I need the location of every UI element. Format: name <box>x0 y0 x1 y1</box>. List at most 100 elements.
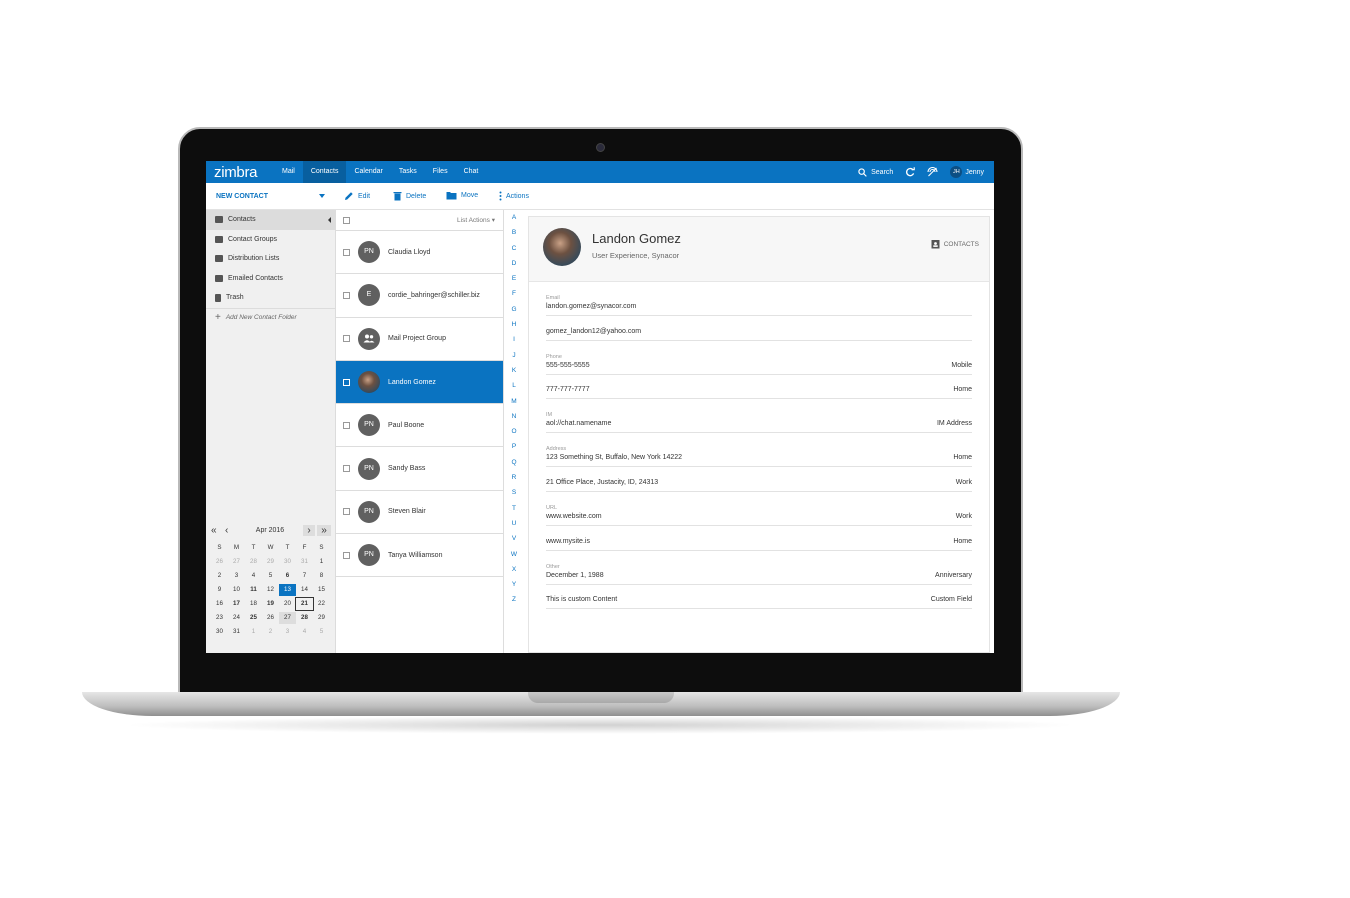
calendar-day[interactable]: 1 <box>245 626 262 638</box>
calendar-day[interactable]: 20 <box>279 598 296 610</box>
nav-tasks[interactable]: Tasks <box>391 161 425 183</box>
calendar-day[interactable]: 26 <box>262 612 279 624</box>
contact-row[interactable]: PN Claudia Lloyd <box>336 231 503 275</box>
contact-row[interactable]: Landon Gomez <box>336 360 503 405</box>
alphabet-letter[interactable]: N <box>504 409 524 424</box>
folder-contacts[interactable]: Contacts <box>206 210 335 230</box>
contact-row[interactable]: Ecordie_bahringer@schiller.biz <box>336 274 503 318</box>
alphabet-letter[interactable]: U <box>504 516 524 531</box>
move-button[interactable]: Move <box>446 191 478 200</box>
list-actions-button[interactable]: List Actions ▾ <box>457 216 495 224</box>
alphabet-letter[interactable]: K <box>504 363 524 378</box>
calendar-day[interactable]: 16 <box>211 598 228 610</box>
calendar-day[interactable]: 30 <box>211 626 228 638</box>
row-checkbox[interactable] <box>343 465 350 473</box>
alphabet-letter[interactable]: H <box>504 317 524 332</box>
calendar-day[interactable]: 8 <box>313 570 330 582</box>
calendar-day[interactable]: 31 <box>228 626 245 638</box>
nav-calendar[interactable]: Calendar <box>346 161 390 183</box>
next-month-icon[interactable]: › <box>303 524 315 536</box>
calendar-day[interactable]: 30 <box>279 556 296 568</box>
nav-chat[interactable]: Chat <box>456 161 487 183</box>
folder-emailed-contacts[interactable]: Emailed Contacts <box>206 269 335 289</box>
calendar-day[interactable]: 12 <box>262 584 279 596</box>
row-checkbox[interactable] <box>343 291 350 299</box>
alphabet-letter[interactable]: D <box>504 256 524 271</box>
calendar-day[interactable]: 9 <box>211 584 228 596</box>
alphabet-letter[interactable]: B <box>504 225 524 240</box>
alphabet-letter[interactable]: F <box>504 286 524 301</box>
alphabet-letter[interactable]: Z <box>504 592 524 607</box>
calendar-day[interactable]: 19 <box>262 598 279 610</box>
alphabet-letter[interactable]: R <box>504 470 524 485</box>
row-checkbox[interactable] <box>343 421 350 429</box>
row-checkbox[interactable] <box>343 335 350 343</box>
calendar-day[interactable]: 3 <box>228 570 245 582</box>
calendar-day[interactable]: 24 <box>228 612 245 624</box>
calendar-day[interactable]: 21 <box>295 597 314 611</box>
collapse-sidebar-icon[interactable] <box>328 217 331 223</box>
calendar-day[interactable]: 10 <box>228 584 245 596</box>
alphabet-letter[interactable]: Q <box>504 455 524 470</box>
row-checkbox[interactable] <box>343 378 350 386</box>
calendar-day[interactable]: 13 <box>279 584 296 596</box>
row-checkbox[interactable] <box>343 248 350 256</box>
calendar-day[interactable]: 14 <box>296 584 313 596</box>
calendar-day[interactable]: 29 <box>313 612 330 624</box>
prev-month-icon[interactable]: ‹ <box>225 525 237 536</box>
row-checkbox[interactable] <box>343 551 350 559</box>
calendar-day[interactable]: 5 <box>313 626 330 638</box>
prev-year-icon[interactable]: « <box>211 525 225 536</box>
alphabet-letter[interactable]: O <box>504 424 524 439</box>
nav-files[interactable]: Files <box>425 161 456 183</box>
actions-button[interactable]: Actions <box>499 191 529 201</box>
field-value[interactable]: gomez_landon12@yahoo.com <box>546 328 641 335</box>
calendar-day[interactable]: 4 <box>245 570 262 582</box>
calendar-day[interactable]: 18 <box>245 598 262 610</box>
calendar-day[interactable]: 27 <box>228 556 245 568</box>
alphabet-letter[interactable]: V <box>504 531 524 546</box>
contact-row[interactable]: PN Paul Boone <box>336 404 503 448</box>
alphabet-letter[interactable]: P <box>504 439 524 454</box>
contact-row[interactable]: PN Steven Blair <box>336 491 503 535</box>
alphabet-letter[interactable]: L <box>504 378 524 393</box>
edit-button[interactable]: Edit <box>344 191 370 201</box>
calendar-day[interactable]: 3 <box>279 626 296 638</box>
calendar-day[interactable]: 17 <box>228 598 245 610</box>
alphabet-letter[interactable]: M <box>504 394 524 409</box>
calendar-day[interactable]: 23 <box>211 612 228 624</box>
alphabet-letter[interactable]: X <box>504 562 524 577</box>
calendar-day[interactable]: 28 <box>296 612 313 624</box>
calendar-day[interactable]: 27 <box>279 612 296 624</box>
field-value[interactable]: www.mysite.is <box>546 538 590 545</box>
alphabet-letter[interactable]: A <box>504 210 524 225</box>
offline-icon[interactable] <box>927 167 938 177</box>
calendar-day[interactable]: 2 <box>262 626 279 638</box>
alphabet-letter[interactable]: C <box>504 241 524 256</box>
alphabet-letter[interactable]: I <box>504 332 524 347</box>
calendar-day[interactable]: 22 <box>313 598 330 610</box>
new-contact-button[interactable]: NEW CONTACT <box>216 193 268 200</box>
calendar-day[interactable]: 26 <box>211 556 228 568</box>
row-checkbox[interactable] <box>343 508 350 516</box>
alphabet-letter[interactable]: E <box>504 271 524 286</box>
calendar-day[interactable]: 7 <box>296 570 313 582</box>
alphabet-letter[interactable]: Y <box>504 577 524 592</box>
add-contact-folder-button[interactable]: + Add New Contact Folder <box>206 307 335 328</box>
alphabet-letter[interactable]: W <box>504 547 524 562</box>
select-all-checkbox[interactable] <box>343 217 350 224</box>
nav-contacts[interactable]: Contacts <box>302 161 347 183</box>
field-value[interactable]: landon.gomez@synacor.com <box>546 303 636 310</box>
folder-distribution-lists[interactable]: Distribution Lists <box>206 249 335 269</box>
new-contact-dropdown-icon[interactable] <box>319 194 325 198</box>
calendar-day[interactable]: 2 <box>211 570 228 582</box>
calendar-day[interactable]: 1 <box>313 556 330 568</box>
contact-row[interactable]: Mail Project Group <box>336 318 503 361</box>
calendar-day[interactable]: 29 <box>262 556 279 568</box>
alphabet-letter[interactable]: T <box>504 501 524 516</box>
calendar-day[interactable]: 28 <box>245 556 262 568</box>
nav-mail[interactable]: Mail <box>274 161 303 183</box>
folder-trash[interactable]: Trash <box>206 288 335 308</box>
calendar-day[interactable]: 31 <box>296 556 313 568</box>
contacts-folder-tag[interactable]: CONTACTS <box>931 239 979 249</box>
